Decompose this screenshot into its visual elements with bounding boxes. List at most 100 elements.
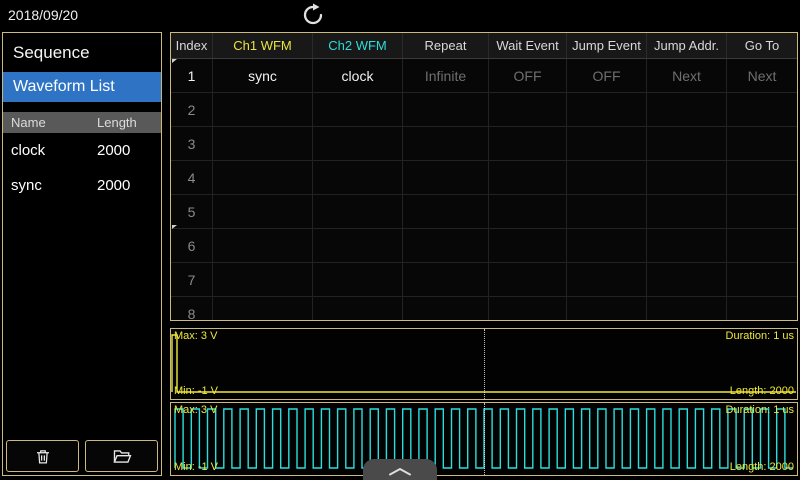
cell-jump_addr [647,161,727,194]
cell-jump_addr [647,263,727,296]
cell-wait_event [489,263,567,296]
sequence-row-3[interactable]: 3 [171,127,797,161]
cell-ch1_wfm: sync [213,59,313,92]
sequence-table-body: 1syncclockInfiniteOFFOFFNextNext2345678 [171,59,797,321]
cell-index: 2 [171,93,213,126]
cell-go_to [727,263,797,296]
cell-ch1_wfm [213,297,313,321]
cell-jump_event [567,195,647,228]
sequence-row-1[interactable]: 1syncclockInfiniteOFFOFFNextNext [171,59,797,93]
cell-go_to [727,93,797,126]
waveform-length: 2000 [97,177,161,194]
cell-go_to [727,297,797,321]
cell-repeat [403,195,489,228]
tab-waveform-list[interactable]: Waveform List [3,72,161,102]
cell-wait_event [489,127,567,160]
sequence-row-2[interactable]: 2 [171,93,797,127]
header-ch2-wfm: Ch2 WFM [313,33,403,58]
cell-ch2_wfm [313,297,403,321]
cell-jump_addr [647,93,727,126]
cell-ch2_wfm [313,93,403,126]
center-marker-line [484,403,485,475]
cell-repeat: Infinite [403,59,489,92]
trash-icon [34,447,52,466]
header-go-to: Go To [727,33,797,58]
cell-repeat [403,263,489,296]
sequence-sidebar: Sequence Waveform List Name Length clock… [2,32,162,476]
cell-repeat [403,229,489,262]
center-marker-line [484,329,485,399]
ch2-length-label: Length: 2000 [730,461,794,474]
cell-jump_event [567,297,647,321]
ch1-waveform-preview: Max: 3 V Duration: 1 us Min: -1 V Length… [170,328,798,400]
waveform-length: 2000 [97,142,161,159]
row-marker [172,59,177,66]
cell-wait_event [489,297,567,321]
waveform-list-header-length: Length [97,115,161,130]
refresh-icon[interactable] [300,2,326,28]
cell-go_to [727,161,797,194]
cell-wait_event [489,195,567,228]
ch2-min-label: Min: -1 V [174,461,218,474]
header-index: Index [171,33,213,58]
cell-wait_event [489,229,567,262]
cell-index: 3 [171,127,213,160]
waveform-name: clock [3,142,97,159]
delete-button[interactable] [6,440,79,472]
cell-jump_event [567,161,647,194]
cell-jump_addr [647,297,727,321]
awg-sequence-screen: 2018/09/20 Sequence Waveform List Name L… [0,0,800,480]
row-marker [172,225,177,232]
ch1-max-label: Max: 3 V [174,330,217,343]
waveform-list-header: Name Length [3,112,161,133]
circular-arrow-icon [301,3,325,27]
cell-go_to [727,195,797,228]
cell-ch1_wfm [213,229,313,262]
folder-open-icon [111,447,133,466]
waveform-list-item-sync[interactable]: sync2000 [3,168,161,203]
cell-repeat [403,161,489,194]
ch2-max-label: Max: 3 V [174,404,217,417]
sequence-row-7[interactable]: 7 [171,263,797,297]
cell-jump_event [567,263,647,296]
cell-repeat [403,93,489,126]
cell-go_to [727,229,797,262]
sequence-table: IndexCh1 WFMCh2 WFMRepeatWait EventJump … [170,32,798,321]
cell-ch1_wfm [213,161,313,194]
date-display: 2018/09/20 [8,7,78,23]
header-jump-event: Jump Event [567,33,647,58]
cell-index: 6 [171,229,213,262]
sidebar-title: Sequence [3,33,161,72]
cell-jump_addr [647,229,727,262]
cell-ch1_wfm [213,195,313,228]
cell-ch2_wfm [313,263,403,296]
cell-jump_addr [647,195,727,228]
ch1-min-label: Min: -1 V [174,385,218,398]
cell-wait_event: OFF [489,59,567,92]
cell-jump_event [567,93,647,126]
cell-jump_event [567,229,647,262]
sequence-table-header: IndexCh1 WFMCh2 WFMRepeatWait EventJump … [171,33,797,59]
cell-ch1_wfm [213,263,313,296]
ch2-waveform-preview: Max: 3 V Duration: 1 us Min: -1 V Length… [170,402,798,476]
sidebar-buttons [6,440,158,472]
cell-index: 5 [171,195,213,228]
sequence-row-8[interactable]: 8 [171,297,797,321]
cell-ch2_wfm: clock [313,59,403,92]
drawer-handle[interactable] [363,459,437,480]
sequence-row-4[interactable]: 4 [171,161,797,195]
open-button[interactable] [85,440,158,472]
sequence-row-6[interactable]: 6 [171,229,797,263]
cell-ch2_wfm [313,127,403,160]
cell-ch2_wfm [313,195,403,228]
ch2-duration-label: Duration: 1 us [726,404,794,417]
cell-index: 8 [171,297,213,321]
chevron-up-icon [387,467,413,476]
sequence-row-5[interactable]: 5 [171,195,797,229]
ch1-length-label: Length: 2000 [730,385,794,398]
waveform-name: sync [3,177,97,194]
waveform-list-item-clock[interactable]: clock2000 [3,133,161,168]
waveform-list-header-name: Name [3,115,97,130]
cell-ch2_wfm [313,229,403,262]
waveform-list: clock2000sync2000 [3,133,161,203]
